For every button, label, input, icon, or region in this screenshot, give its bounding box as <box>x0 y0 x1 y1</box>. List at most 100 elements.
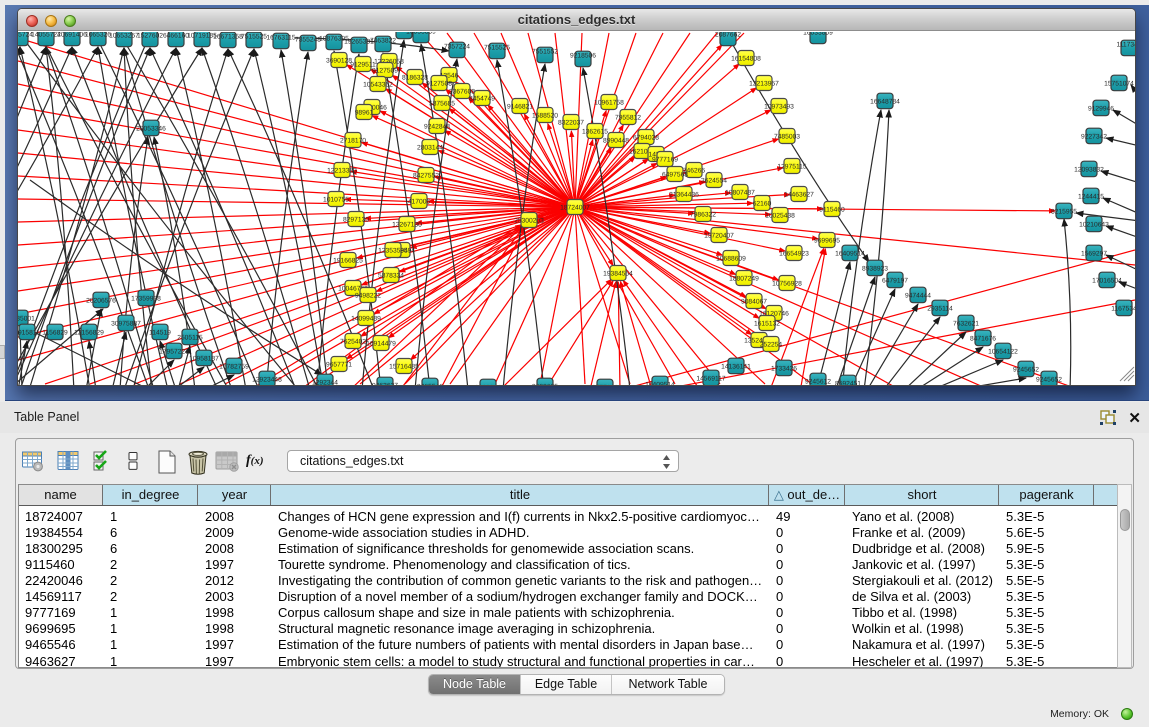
svg-text:417006: 417006 <box>408 198 431 205</box>
svg-text:14463627: 14463627 <box>784 191 814 198</box>
svg-text:9699695: 9699695 <box>814 237 840 244</box>
svg-text:19166825: 19166825 <box>333 257 363 264</box>
svg-text:1117342: 1117342 <box>1116 42 1135 49</box>
svg-text:29053346: 29053346 <box>136 125 166 132</box>
svg-text:9465546: 9465546 <box>417 383 443 385</box>
svg-text:98961: 98961 <box>355 109 374 116</box>
svg-text:9245612: 9245612 <box>805 378 831 385</box>
svg-text:9127509: 9127509 <box>372 67 398 74</box>
svg-text:8454749: 8454749 <box>469 95 495 102</box>
svg-text:16654923: 16654923 <box>779 250 809 257</box>
svg-text:1588520: 1588520 <box>532 112 558 119</box>
svg-text:9699644: 9699644 <box>475 384 501 385</box>
svg-text:2803144: 2803144 <box>417 144 443 151</box>
svg-text:16033809: 16033809 <box>406 32 436 36</box>
svg-text:14099489: 14099489 <box>351 315 381 322</box>
svg-text:10025438: 10025438 <box>765 212 795 219</box>
svg-text:9699695: 9699695 <box>532 383 558 385</box>
svg-text:1065326: 1065326 <box>85 32 111 39</box>
svg-text:8692451: 8692451 <box>835 380 861 385</box>
svg-text:8297130: 8297130 <box>343 216 369 223</box>
svg-text:9463627: 9463627 <box>372 382 398 385</box>
svg-text:10756928: 10756928 <box>772 280 802 287</box>
svg-text:20691406: 20691406 <box>57 32 87 39</box>
svg-text:2367608: 2367608 <box>449 88 475 95</box>
svg-text:1569297: 1569297 <box>1081 250 1107 257</box>
svg-text:9115460: 9115460 <box>819 206 845 213</box>
svg-text:17016504: 17016504 <box>1092 277 1122 284</box>
svg-text:10973493: 10973493 <box>764 103 794 110</box>
svg-text:7355248: 7355248 <box>295 37 321 44</box>
svg-text:10654122: 10654122 <box>988 348 1018 355</box>
svg-text:14136141: 14136141 <box>721 363 751 370</box>
svg-text:5875685: 5875685 <box>429 100 455 107</box>
svg-text:12213967: 12213967 <box>749 80 779 87</box>
svg-text:2718170: 2718170 <box>340 137 366 144</box>
svg-text:10653267: 10653267 <box>109 33 139 40</box>
svg-text:6794028: 6794028 <box>633 134 659 141</box>
svg-text:8990448: 8990448 <box>603 137 629 144</box>
svg-text:16782759: 16782759 <box>219 363 249 370</box>
svg-text:10210643: 10210643 <box>1079 221 1109 228</box>
svg-text:5878334: 5878334 <box>378 272 404 279</box>
svg-text:1167534: 1167534 <box>1111 305 1135 312</box>
svg-text:9777169: 9777169 <box>592 384 618 385</box>
svg-text:15720407: 15720407 <box>704 232 734 239</box>
svg-text:8322037: 8322037 <box>558 119 584 126</box>
svg-text:3915811: 3915811 <box>18 329 40 336</box>
svg-text:18807249: 18807249 <box>729 275 759 282</box>
svg-text:12353594: 12353594 <box>378 247 408 254</box>
svg-text:19384554: 19384554 <box>603 270 633 277</box>
svg-text:1362615: 1362615 <box>582 128 608 135</box>
svg-text:10958187: 10958187 <box>189 355 219 362</box>
svg-text:25300203: 25300203 <box>514 217 544 224</box>
svg-text:10807487: 10807487 <box>725 189 755 196</box>
svg-text:16033809: 16033809 <box>803 32 833 37</box>
svg-text:16409514: 16409514 <box>645 381 675 385</box>
svg-text:17957223: 17957223 <box>159 348 189 355</box>
svg-text:16409514: 16409514 <box>835 250 865 257</box>
svg-text:114519: 114519 <box>149 329 171 336</box>
svg-text:9218506: 9218506 <box>570 53 596 60</box>
svg-text:8186328: 8186328 <box>402 74 428 81</box>
svg-text:1292344: 1292344 <box>312 379 338 385</box>
svg-text:7515525: 7515525 <box>484 45 510 52</box>
svg-text:7955812: 7955812 <box>615 114 641 121</box>
svg-text:9245652: 9245652 <box>1013 366 1039 373</box>
svg-text:9129946: 9129946 <box>1088 105 1114 112</box>
svg-text:9777169: 9777169 <box>652 156 678 163</box>
svg-text:14935001: 14935001 <box>18 315 35 322</box>
svg-text:7986322: 7986322 <box>690 211 716 218</box>
svg-text:15751074: 15751074 <box>1104 80 1134 87</box>
svg-text:30975887: 30975887 <box>111 320 141 327</box>
svg-text:7463822: 7463822 <box>370 38 396 45</box>
svg-text:1010755: 1010755 <box>323 196 349 203</box>
svg-text:14569117: 14569117 <box>696 375 726 382</box>
svg-text:10961758: 10961758 <box>594 99 624 106</box>
svg-text:20206576: 20206576 <box>86 297 116 304</box>
svg-text:12156829: 12156829 <box>74 329 104 336</box>
svg-text:2087662: 2087662 <box>715 32 741 39</box>
svg-text:1615132: 1615132 <box>754 320 780 327</box>
svg-text:3690128: 3690128 <box>326 57 352 64</box>
svg-text:9242848: 9242848 <box>424 123 450 130</box>
svg-text:9146821: 9146821 <box>507 103 533 110</box>
svg-text:252254: 252254 <box>760 341 783 348</box>
svg-text:7515525: 7515525 <box>241 34 267 41</box>
svg-text:62160: 62160 <box>753 200 772 207</box>
svg-text:8938923: 8938923 <box>862 265 888 272</box>
svg-text:9127508: 9127508 <box>426 80 452 87</box>
svg-text:6479197: 6479197 <box>882 277 908 284</box>
svg-text:6497568: 6497568 <box>662 171 688 178</box>
svg-text:9245652: 9245652 <box>1036 376 1062 383</box>
svg-text:2935114: 2935114 <box>927 305 953 312</box>
svg-text:12975115: 12975115 <box>777 163 807 170</box>
svg-text:21364436: 21364436 <box>669 191 699 198</box>
svg-text:12093832: 12093832 <box>1074 166 1104 173</box>
svg-text:10543362: 10543362 <box>363 81 393 88</box>
svg-text:1733426: 1733426 <box>771 365 797 372</box>
svg-text:15716485: 15716485 <box>389 363 419 370</box>
svg-text:7625402: 7625402 <box>340 338 366 345</box>
svg-text:1156829: 1156829 <box>42 329 68 336</box>
svg-text:8427552: 8427552 <box>413 172 439 179</box>
